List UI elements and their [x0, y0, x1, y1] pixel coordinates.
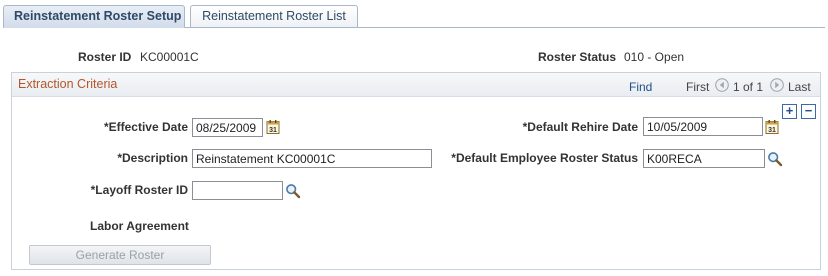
generate-roster-button[interactable]: Generate Roster — [29, 245, 211, 265]
group-title: Extraction Criteria — [18, 77, 118, 91]
tab-reinstatement-roster-list[interactable]: Reinstatement Roster List — [190, 5, 358, 28]
description-label: *Description — [117, 151, 188, 165]
row-count: 1 of 1 — [733, 80, 764, 94]
magnifier-icon[interactable] — [767, 151, 783, 167]
group-header: Extraction Criteria Find First 1 of 1 La… — [12, 73, 820, 97]
layoff-roster-id-field[interactable] — [192, 181, 283, 200]
first-link[interactable]: First — [686, 80, 709, 94]
effective-date-field[interactable] — [192, 118, 263, 137]
calendar-icon[interactable]: 31 — [265, 119, 281, 135]
description-field[interactable] — [192, 149, 432, 168]
calendar-icon[interactable]: 31 — [764, 119, 780, 135]
last-link[interactable]: Last — [788, 80, 811, 94]
delete-row-button[interactable]: − — [801, 104, 816, 119]
layoff-roster-id-label: *Layoff Roster ID — [90, 183, 188, 197]
tab-reinstatement-roster-setup[interactable]: Reinstatement Roster Setup — [3, 5, 185, 28]
magnifier-icon[interactable] — [285, 183, 301, 199]
default-employee-roster-status-label: *Default Employee Roster Status — [451, 151, 638, 165]
svg-text:31: 31 — [768, 127, 776, 134]
page-tabs: Reinstatement Roster Setup Reinstatement… — [3, 5, 825, 28]
arrow-right-circle-icon[interactable] — [770, 78, 784, 92]
add-row-button[interactable]: + — [782, 104, 797, 119]
labor-agreement-label: Labor Agreement — [90, 219, 189, 233]
roster-id-value: KC00001C — [140, 50, 199, 64]
default-rehire-date-field[interactable] — [643, 117, 763, 136]
roster-id-label: Roster ID — [78, 50, 132, 64]
arrow-left-circle-icon[interactable] — [715, 78, 729, 92]
extraction-criteria-group: Extraction Criteria Find First 1 of 1 La… — [11, 72, 821, 270]
roster-status-label: Roster Status — [538, 50, 617, 64]
svg-text:31: 31 — [269, 127, 277, 134]
roster-status-value: 010 - Open — [624, 50, 685, 64]
default-employee-roster-status-field[interactable] — [643, 149, 765, 168]
effective-date-label: *Effective Date — [103, 120, 188, 134]
default-rehire-date-label: *Default Rehire Date — [522, 120, 638, 134]
find-link[interactable]: Find — [629, 80, 652, 94]
